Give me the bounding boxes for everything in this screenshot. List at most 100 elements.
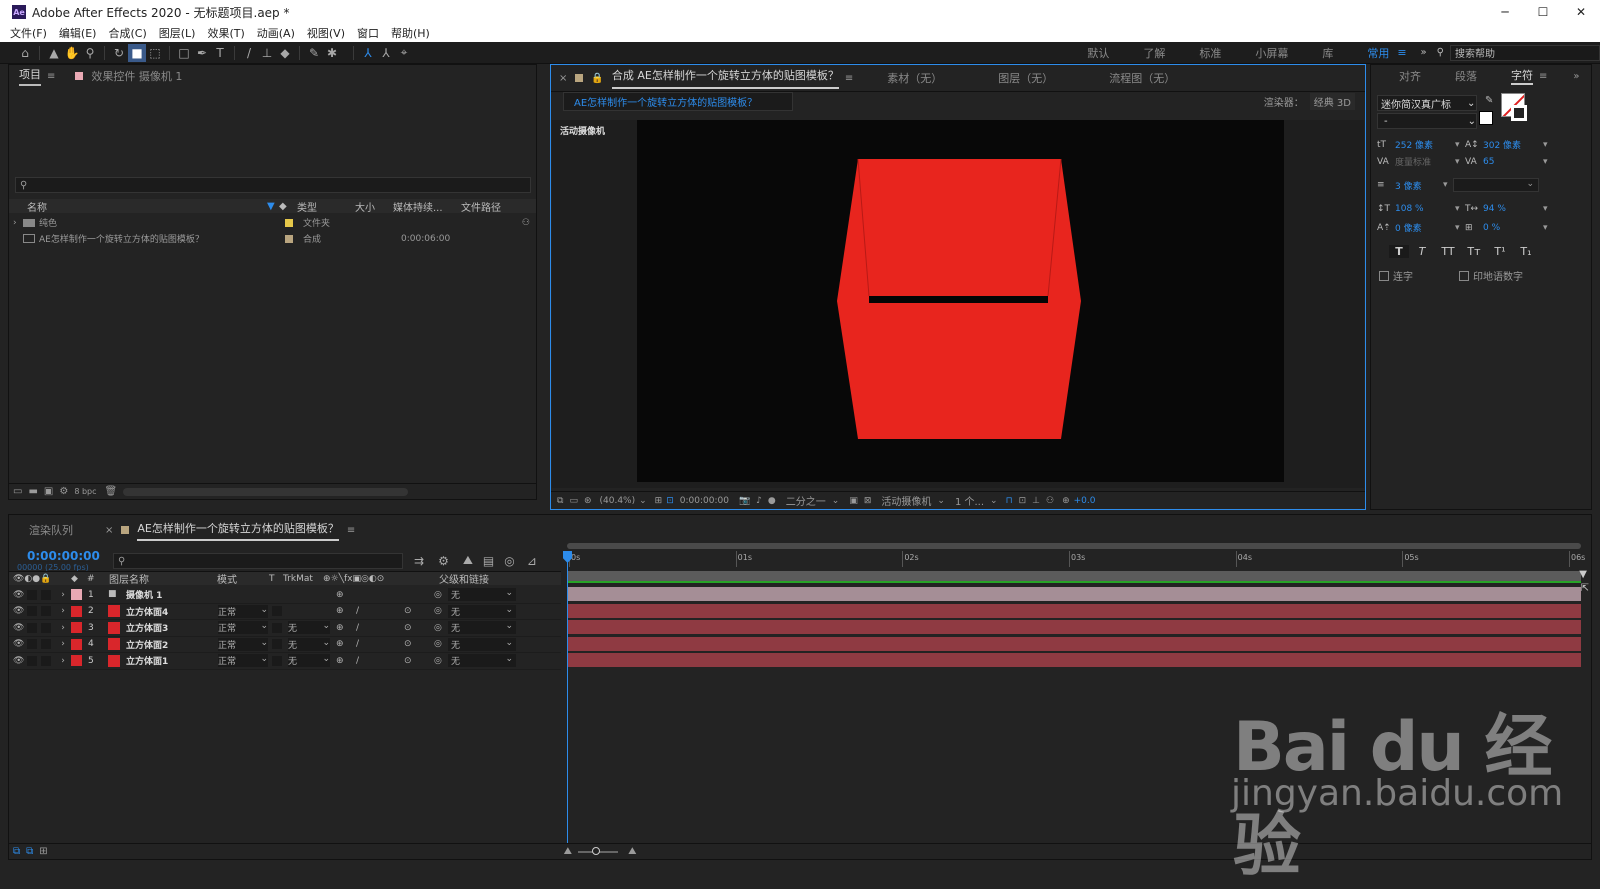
vertical-scale-value[interactable]: 108 % — [1395, 204, 1455, 214]
motion-blur-icon[interactable]: ◎ — [504, 554, 514, 568]
expand-arrow-icon[interactable]: › — [55, 623, 71, 633]
workspace-default[interactable]: 默认 — [1087, 45, 1109, 61]
shy-switch-icon[interactable]: ⊕ — [336, 639, 356, 649]
visibility-eye-icon[interactable]: 👁 — [13, 623, 27, 633]
workspace-common[interactable]: 常用 — [1367, 45, 1389, 61]
lock-checkbox[interactable] — [41, 639, 51, 650]
pen-tool-icon[interactable]: ✒ — [193, 44, 211, 62]
vr-icon[interactable]: ⊛ — [584, 496, 592, 506]
menu-view[interactable]: 视图(V) — [307, 25, 345, 41]
label-swatch[interactable] — [71, 589, 82, 601]
shy-switch-icon[interactable]: ⊕ — [336, 623, 356, 633]
comp-button-icon[interactable]: ⇱ — [1581, 583, 1589, 594]
solid-layer-bar[interactable] — [567, 636, 1581, 651]
column-type[interactable]: 类型 — [297, 199, 355, 214]
menu-composition[interactable]: 合成(C) — [108, 25, 146, 41]
layer-row[interactable]: 👁 › 5 立方体面1 正常 ⌄ 无 ⌄ ⊕ / ⊙ ◎ 无 ⌄ — [9, 653, 561, 670]
column-duration[interactable]: 媒体持续... — [393, 199, 461, 214]
zoom-slider[interactable] — [578, 846, 619, 855]
project-item[interactable]: AE怎样制作一个旋转立方体的贴图模板？ 合成 0:00:06:00 — [9, 231, 536, 246]
superscript-button[interactable]: T¹ — [1487, 245, 1513, 258]
monitor-icon[interactable]: ▭ — [569, 496, 578, 506]
shy-switch-icon[interactable]: ⊕ — [336, 590, 356, 600]
parent-dropdown[interactable]: 无 ⌄ — [448, 604, 516, 618]
pick-whip-icon[interactable]: ◎ — [434, 656, 448, 666]
expand-arrow-icon[interactable]: › — [55, 639, 71, 649]
menu-help[interactable]: 帮助(H) — [391, 25, 430, 41]
home-icon[interactable]: ⌂ — [16, 44, 34, 62]
tab-render-queue[interactable]: 渲染队列 — [29, 522, 73, 538]
chevron-down-icon[interactable]: ⌄ — [639, 496, 647, 506]
layer-name[interactable]: 摄像机 1 — [126, 588, 218, 601]
tab-layer[interactable]: 图层（无） — [998, 70, 1053, 86]
roto-brush-tool-icon[interactable]: ✎ — [305, 44, 323, 62]
shy-switch-icon[interactable]: ⊕ — [336, 656, 356, 666]
menu-animation[interactable]: 动画(A) — [257, 25, 295, 41]
time-ruler[interactable]: 0s 01s 02s 03s 04s 05s 06s — [565, 541, 1585, 583]
workspace-menu-icon[interactable]: ≡ — [1397, 46, 1406, 59]
quality-switch-icon[interactable]: / — [356, 639, 392, 649]
stroke-color-swatch[interactable] — [1511, 105, 1527, 121]
new-folder-icon[interactable]: ▬ — [28, 486, 37, 497]
solo-checkbox[interactable] — [27, 639, 37, 650]
workspace-learn[interactable]: 了解 — [1143, 45, 1165, 61]
preserve-transparency-checkbox[interactable] — [272, 606, 282, 617]
chevron-down-icon[interactable]: ⌄ — [832, 496, 840, 506]
column-name[interactable]: 名称 — [27, 199, 267, 214]
close-tab-icon[interactable]: × — [559, 73, 567, 84]
mode-dropdown[interactable]: 正常 ⌄ — [218, 654, 268, 668]
column-t[interactable]: T — [269, 574, 283, 584]
rectangle-tool-icon[interactable]: □ — [175, 44, 193, 62]
chevron-down-icon[interactable]: ⌄ — [937, 496, 945, 506]
stroke-width-value[interactable]: 3 像素 — [1395, 179, 1443, 192]
label-swatch[interactable] — [285, 218, 293, 227]
brush-tool-icon[interactable]: / — [240, 44, 258, 62]
timeline-link-icon[interactable]: ⊥ — [1032, 496, 1040, 506]
zoom-out-icon[interactable]: ⛰ — [564, 846, 572, 857]
lock-checkbox[interactable] — [41, 589, 51, 600]
workspace-libraries[interactable]: 库 — [1322, 45, 1333, 61]
layer-row[interactable]: 👁 › 4 立方体面2 正常 ⌄ 无 ⌄ ⊕ / ⊙ ◎ 无 ⌄ — [9, 637, 561, 653]
solo-checkbox[interactable] — [27, 655, 37, 666]
subscript-button[interactable]: T₁ — [1513, 245, 1539, 258]
solo-checkbox[interactable] — [27, 589, 37, 600]
view-axis-icon[interactable]: ⌖ — [395, 44, 413, 62]
sort-arrow-icon[interactable]: ▼ — [267, 201, 279, 212]
work-area-bar[interactable] — [567, 543, 1581, 549]
views-layout-dropdown[interactable]: 1 个... — [955, 493, 984, 508]
label-column-icon[interactable]: ◆ — [279, 201, 297, 212]
kerning-value[interactable]: 度量标准 — [1395, 155, 1455, 168]
label-swatch[interactable] — [71, 605, 82, 617]
menu-file[interactable]: 文件(F) — [10, 25, 47, 41]
timeline-end-marker-icon[interactable]: ▼ — [1579, 569, 1587, 580]
3d-layer-switch-icon[interactable]: ⊙ — [404, 623, 424, 633]
menu-layer[interactable]: 图层(L) — [159, 25, 196, 41]
eyedropper-icon[interactable]: ✎ — [1485, 95, 1493, 106]
comp-mini-flowchart-icon[interactable]: ⇉ — [414, 554, 424, 568]
font-style-dropdown[interactable]: - ⌄ — [1377, 113, 1477, 129]
eraser-tool-icon[interactable]: ◆ — [276, 44, 294, 62]
pick-whip-icon[interactable]: ◎ — [434, 623, 448, 633]
project-item[interactable]: › 纯色 文件夹 ⚇ — [9, 215, 536, 230]
preserve-transparency-checkbox[interactable] — [272, 639, 282, 650]
column-mode[interactable]: 模式 — [217, 571, 269, 586]
lock-icon[interactable]: 🔒 — [591, 73, 603, 84]
solid-layer-bar[interactable] — [567, 603, 1581, 618]
expand-arrow-icon[interactable]: › — [13, 218, 23, 228]
work-area-range[interactable] — [567, 571, 1581, 581]
panel-menu-icon[interactable]: ≡ — [47, 71, 55, 82]
tab-effect-controls[interactable]: 效果控件 摄像机 1 — [91, 68, 182, 84]
label-swatch[interactable] — [71, 638, 82, 650]
solid-layer-bar[interactable] — [567, 620, 1581, 634]
column-layer-name[interactable]: 图层名称 — [109, 571, 217, 586]
fast-preview-icon[interactable]: ⊡ — [1019, 496, 1027, 506]
local-axis-icon[interactable]: ⅄ — [359, 44, 377, 62]
3d-layer-switch-icon[interactable]: ⊙ — [404, 656, 424, 666]
flowchart-icon[interactable]: ⚇ — [1046, 496, 1054, 506]
pick-whip-icon[interactable]: ◎ — [434, 606, 448, 616]
expand-arrow-icon[interactable]: › — [55, 656, 71, 666]
snapshot-icon[interactable]: 📷 — [739, 496, 750, 506]
visibility-eye-icon[interactable]: 👁 — [13, 656, 27, 666]
view-dropdown[interactable]: 活动摄像机 — [881, 493, 931, 508]
tab-composition[interactable]: 合成 AE怎样制作一个旋转立方体的贴图模板？ — [611, 67, 839, 89]
